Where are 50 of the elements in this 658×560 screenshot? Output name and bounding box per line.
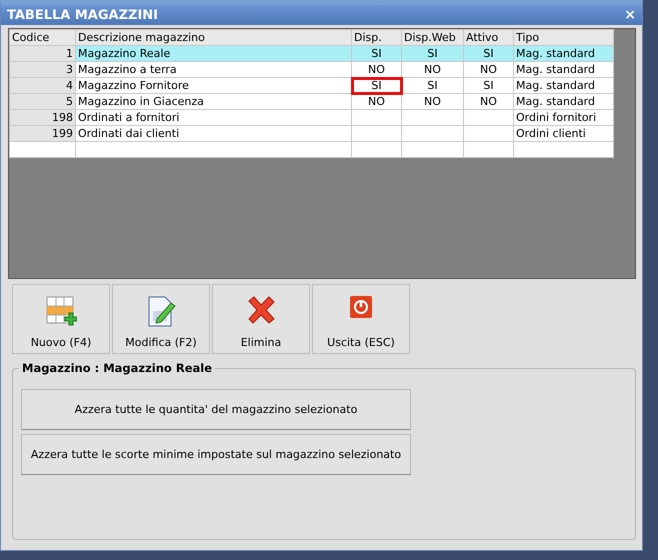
table-cell: 5	[10, 94, 76, 110]
table-cell: Ordinati dai clienti	[76, 126, 352, 142]
table-cell: Magazzino Fornitore	[76, 78, 352, 94]
table-cell: Ordini fornitori	[514, 110, 614, 126]
table-cell: Ordinati a fornitori	[76, 110, 352, 126]
column-header[interactable]: Disp.Web	[402, 30, 464, 46]
table-cell: NO	[464, 94, 514, 110]
group-title: Magazzino : Magazzino Reale	[19, 361, 215, 375]
table-cell: 198	[10, 110, 76, 126]
table-cell: SI	[352, 78, 402, 94]
table-cell: 3	[10, 62, 76, 78]
grid-add-icon	[45, 295, 77, 327]
toolbar-button[interactable]: Nuovo (F4)	[12, 284, 110, 354]
column-header[interactable]: Disp.	[352, 30, 402, 46]
table-cell: SI	[352, 46, 402, 62]
toolbar-button[interactable]: Modifica (F2)	[112, 284, 210, 354]
table-cell: SI	[464, 46, 514, 62]
window-title: TABELLA MAGAZZINI	[7, 8, 158, 22]
table-cell: Mag. standard	[514, 78, 614, 94]
table-cell: SI	[402, 78, 464, 94]
table-cell: Mag. standard	[514, 46, 614, 62]
table-cell: NO	[402, 62, 464, 78]
table-cell	[464, 110, 514, 126]
document-edit-icon	[146, 295, 176, 327]
column-header[interactable]: Tipo	[514, 30, 614, 46]
table-cell: 199	[10, 126, 76, 142]
table-cell: Mag. standard	[514, 62, 614, 78]
table-cell: Magazzino a terra	[76, 62, 352, 78]
delete-icon	[246, 295, 276, 325]
table-cell: Mag. standard	[514, 94, 614, 110]
column-header[interactable]: Codice	[10, 30, 76, 46]
column-header[interactable]: Descrizione magazzino	[76, 30, 352, 46]
table-cell: Magazzino Reale	[76, 46, 352, 62]
toolbar-button[interactable]: Elimina	[212, 284, 310, 354]
power-icon	[349, 295, 373, 319]
table-cell: SI	[464, 78, 514, 94]
table-cell: NO	[464, 62, 514, 78]
table-cell: NO	[352, 94, 402, 110]
table-cell: Ordini clienti	[514, 126, 614, 142]
table-cell: NO	[402, 94, 464, 110]
table-cell: Magazzino in Giacenza	[76, 94, 352, 110]
table-cell: 1	[10, 46, 76, 62]
action-button[interactable]: Azzera tutte le quantita' del magazzino selezionato	[21, 389, 411, 430]
action-button[interactable]: Azzera tutte le scorte minime impostate sul magazzino selezionato	[21, 434, 411, 475]
table-cell: 4	[10, 78, 76, 94]
table-cell	[402, 110, 464, 126]
table-cell: SI	[402, 46, 464, 62]
close-button[interactable]: ×	[624, 8, 636, 22]
toolbar-button[interactable]: Uscita (ESC)	[312, 284, 410, 354]
column-header[interactable]: Attivo	[464, 30, 514, 46]
